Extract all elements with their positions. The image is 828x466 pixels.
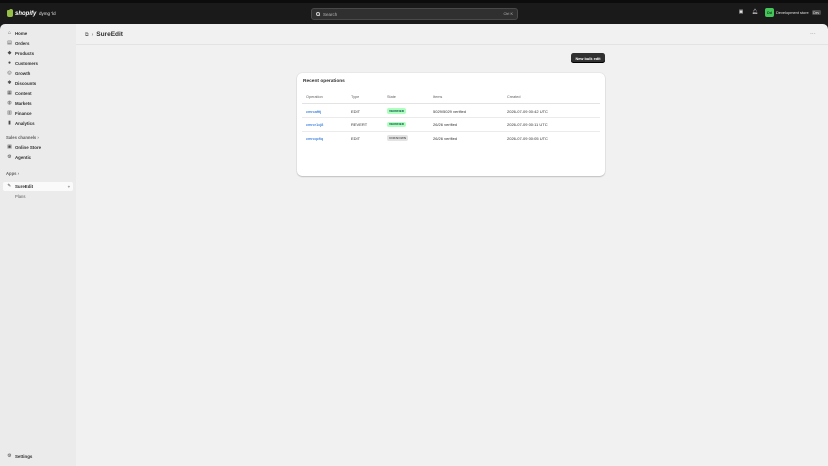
sidebar-item-discounts[interactable]: ✱ Discounts [3, 79, 73, 88]
table-row: cmrcr1cj8 REVERT VERIFIED 26/26 verified… [302, 118, 600, 131]
status-badge: VERIFIED [387, 121, 407, 128]
markets-icon: ◍ [7, 100, 12, 106]
logo-text: shopify [15, 10, 37, 17]
store-name[interactable]: dymg 'ld [39, 11, 56, 16]
search-icon [316, 12, 320, 16]
products-icon: ◆ [7, 50, 12, 56]
orders-icon: ▤ [7, 40, 12, 46]
chevron-right-icon: › [91, 31, 94, 38]
sidebar-item-products[interactable]: ◆ Products [3, 49, 73, 58]
operation-link[interactable]: cmrcqcfiq [306, 136, 323, 141]
operation-created: 2026-07-09 00:42 UTC [507, 108, 548, 114]
user-name: Development store [776, 10, 809, 15]
operation-created: 2026-07-09 00:11 UTC [507, 122, 548, 127]
sidebar-item-label: Analytics [15, 121, 35, 126]
user-menu[interactable]: Dd Development store Dev [765, 8, 821, 17]
operation-items: 5029/5029 verified [433, 108, 466, 114]
search-shortcut: Ctrl K [503, 12, 514, 16]
status-badge: UNKNOWN [387, 135, 409, 141]
sureedit-icon: ✎ [7, 183, 12, 189]
search-placeholder: Search [323, 11, 338, 17]
page-title: SureEdit [96, 31, 123, 38]
operation-link[interactable]: cmrcafttj [306, 109, 321, 114]
recent-operations-card: Recent operations Operation Type State I… [297, 73, 605, 176]
sidebar: ⌂ Home ▤ Orders ◆ Products ● Customers ◎… [0, 24, 76, 466]
operation-created: 2026-07-09 00:05 UTC [507, 135, 548, 141]
content-icon: ▦ [7, 90, 12, 96]
column-header-type: Type [351, 95, 360, 99]
sidebar-item-label: Customers [15, 61, 38, 66]
sidebar-item-label: Settings [15, 454, 33, 459]
table-row: cmrcqcfiq EDIT UNKNOWN 26/26 verified 20… [302, 131, 600, 145]
sidebar-item-label: Markets [15, 101, 32, 106]
operation-items: 26/26 verified [433, 135, 458, 141]
operation-type: REVERT [351, 122, 368, 127]
status-badge: VERIFIED [387, 108, 407, 114]
sidebar-subitem-plans[interactable]: Plans [15, 194, 25, 199]
sidebar-item-sureedit[interactable]: ✎ SureEdit ⌖ [3, 182, 73, 191]
sidebar-item-customers[interactable]: ● Customers [3, 59, 73, 68]
sidebar-item-orders[interactable]: ▤ Orders [3, 39, 73, 48]
avatar: Dd [765, 8, 774, 17]
dev-badge: Dev [811, 9, 821, 16]
card-title: Recent operations [303, 79, 345, 84]
apps-heading-text: Apps [6, 171, 17, 176]
sidebar-item-label: Finance [15, 111, 32, 116]
operation-type: EDIT [351, 108, 361, 114]
column-header-items: Items [433, 95, 443, 99]
growth-icon: ◎ [7, 70, 12, 76]
pin-icon[interactable]: ⌖ [68, 184, 70, 189]
sidebar-item-label: Discounts [15, 81, 37, 86]
sidebar-item-markets[interactable]: ◍ Markets [3, 99, 73, 108]
operation-items: 26/26 verified [433, 122, 458, 127]
operation-type: EDIT [351, 135, 361, 141]
bell-icon[interactable]: 🔔︎ [752, 9, 758, 15]
sidebar-item-finance[interactable]: ▥ Finance [3, 109, 73, 118]
sales-channels-heading-text: Sales channels [6, 135, 37, 140]
operation-link[interactable]: cmrcr1cj8 [306, 122, 323, 127]
analytics-icon: ▮ [8, 120, 11, 126]
app-icon[interactable]: ⧉ [85, 32, 89, 38]
sales-channels-heading[interactable]: Sales channels › [6, 135, 39, 140]
sidebar-item-label: Content [15, 91, 32, 96]
page-header: ⧉ › SureEdit [85, 31, 123, 38]
online-store-icon: ▣ [7, 144, 12, 150]
sidebar-item-label: Online Store [15, 145, 42, 150]
sidebar-item-content[interactable]: ▦ Content [3, 89, 73, 98]
sidebar-item-agentic[interactable]: ⚙ Agentic [3, 153, 73, 162]
table-row: cmrcafttj EDIT VERIFIED 5029/5029 verifi… [302, 104, 600, 118]
sidebar-item-settings[interactable]: ⚙ Settings [3, 452, 73, 461]
new-bulk-edit-button[interactable]: New bulk edit [571, 53, 605, 63]
sidebar-item-label: Home [15, 31, 28, 36]
sidebar-item-analytics[interactable]: ▮ Analytics [3, 119, 73, 128]
column-header-created: Created [507, 95, 521, 99]
sidebar-item-home[interactable]: ⌂ Home [3, 29, 73, 38]
sidebar-item-label: Products [15, 51, 35, 56]
window-strip [0, 0, 828, 3]
discounts-icon: ✱ [7, 80, 12, 86]
finance-icon: ▥ [7, 110, 12, 116]
sidebar-item-growth[interactable]: ◎ Growth [3, 69, 73, 78]
sidebar-item-label: Orders [15, 41, 30, 46]
apps-heading[interactable]: Apps › [6, 171, 19, 176]
header-divider [76, 44, 828, 45]
sidebar-item-label: SureEdit [15, 184, 34, 189]
home-icon: ⌂ [7, 30, 12, 36]
store-switcher-icon[interactable]: ▣ [738, 9, 744, 15]
shopify-logo[interactable]: shopify [7, 8, 37, 17]
main-content: ⧉ › SureEdit ··· New bulk edit Recent op… [76, 24, 828, 466]
more-actions-icon[interactable]: ··· [810, 31, 816, 37]
gear-icon: ⚙ [7, 453, 12, 459]
customers-icon: ● [7, 60, 12, 66]
column-header-state: State [387, 95, 396, 99]
agentic-icon: ⚙ [7, 154, 12, 160]
sidebar-item-online-store[interactable]: ▣ Online Store [3, 143, 73, 152]
top-bar: shopify dymg 'ld Search Ctrl K ▣ 🔔︎ Dd D… [0, 0, 828, 24]
sidebar-item-label: Growth [15, 71, 31, 76]
top-icons: ▣ 🔔︎ [738, 9, 759, 15]
shopify-bag-icon [7, 8, 13, 17]
search-bar[interactable]: Search Ctrl K [311, 8, 518, 20]
sidebar-item-label: Agentic [15, 155, 32, 160]
column-header-operation: Operation [306, 95, 323, 99]
